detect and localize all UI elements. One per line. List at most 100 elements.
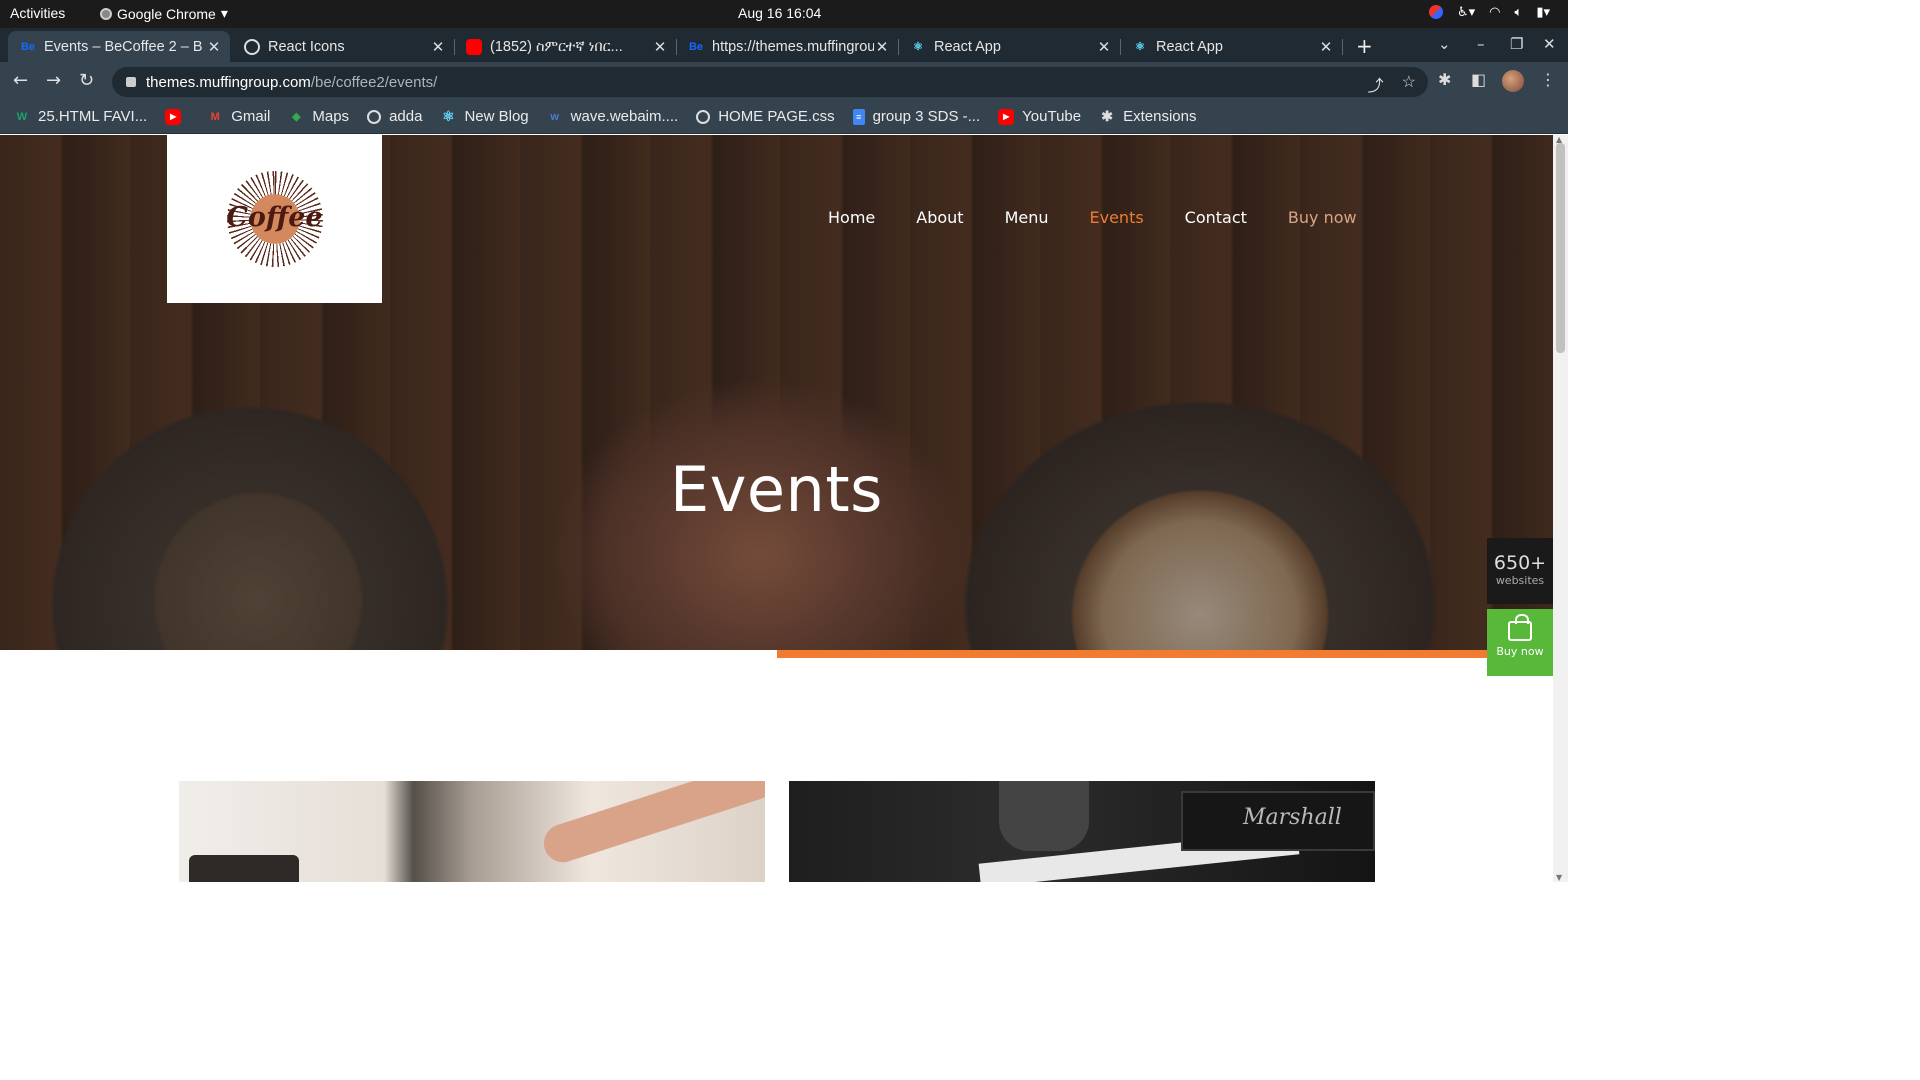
bookmark-gmail[interactable]: M Gmail (207, 108, 271, 125)
tab-strip: Be Events – BeCoffee 2 – B ✕ React Icons… (0, 28, 1568, 62)
main-nav: Home About Menu Events Contact Buy now (828, 208, 1398, 227)
window-close-icon[interactable]: ✕ (1543, 35, 1556, 53)
arm-shape (539, 781, 765, 868)
tab-search-icon[interactable]: ⌄ (1438, 35, 1451, 53)
tab-events-becoffee[interactable]: Be Events – BeCoffee 2 – B ✕ (8, 31, 230, 62)
globe-icon (367, 109, 382, 124)
logo-text: Coffee (226, 201, 323, 233)
activities-button[interactable]: Activities (10, 5, 65, 21)
bookmark-label: New Blog (464, 108, 529, 125)
tab-react-app-1[interactable]: ⚛ React App ✕ (898, 31, 1121, 62)
nav-contact[interactable]: Contact (1185, 208, 1247, 227)
extensions-icon[interactable]: ✱ (1438, 70, 1451, 89)
bookmark-html-favicon[interactable]: W 25.HTML FAVI... (14, 108, 147, 125)
lock-icon[interactable] (126, 77, 136, 87)
event-card-image-guitar[interactable]: Marshall (789, 781, 1375, 882)
amp-brand-text: Marshall (1243, 805, 1342, 830)
bookmark-star-icon[interactable]: ☆ (1402, 72, 1416, 96)
site-logo[interactable]: Coffee (167, 135, 382, 303)
tab-title: (1852) ስምርተኛ ነበር... (490, 38, 623, 55)
url-host: themes.muffingroup.com (146, 73, 311, 91)
youtube-icon: ▶ (998, 108, 1015, 125)
nav-buy-now[interactable]: Buy now (1288, 208, 1357, 227)
nav-home[interactable]: Home (828, 208, 875, 227)
close-icon[interactable]: ✕ (874, 38, 890, 56)
minimize-icon[interactable]: – (1477, 35, 1485, 53)
globe-icon (244, 38, 260, 55)
url-path: /be/coffee2/events/ (310, 73, 438, 91)
bookmark-home-page-css[interactable]: HOME PAGE.css (696, 108, 835, 125)
restore-icon[interactable]: ❐ (1510, 35, 1523, 53)
accessibility-icon[interactable]: ♿︎▾ (1457, 4, 1475, 20)
bookmark-adda[interactable]: adda (367, 108, 422, 125)
tab-title: Events – BeCoffee 2 – B (44, 38, 203, 55)
scrollbar-thumb[interactable] (1556, 143, 1565, 353)
coffee-logo-icon: Coffee (226, 171, 323, 267)
back-arrow-icon[interactable]: ← (13, 70, 28, 91)
bookmark-wave-webaim[interactable]: w wave.webaim.... (547, 108, 679, 125)
bookmark-youtube-video[interactable]: ▶ (165, 108, 189, 125)
chrome-icon (100, 7, 112, 20)
tab-title: React App (1156, 38, 1223, 55)
shopping-bag-icon (1508, 614, 1532, 641)
wave-icon: w (550, 110, 559, 123)
share-icon[interactable]: ⤴ (1368, 72, 1384, 96)
page-scrollbar[interactable]: ▲ ▼ (1553, 135, 1568, 882)
react-icon: ⚛ (913, 41, 923, 53)
w-icon: W (16, 110, 28, 123)
scroll-down-icon[interactable]: ▼ (1556, 873, 1562, 882)
tab-youtube[interactable]: (1852) ስምርተኛ ነበር... ✕ (454, 31, 677, 62)
nav-about[interactable]: About (916, 208, 963, 227)
page-title: Events (670, 453, 883, 526)
buy-now-widget[interactable]: Buy now (1487, 609, 1553, 676)
profile-avatar[interactable] (1502, 70, 1524, 92)
close-icon[interactable]: ✕ (1096, 38, 1112, 56)
tab-themes-muffingroup[interactable]: Be https://themes.muffingroup ✕ (676, 31, 899, 62)
chrome-status-icon[interactable] (1428, 5, 1443, 19)
accent-divider (777, 650, 1553, 658)
docs-icon: ≡ (852, 108, 865, 125)
tab-title: https://themes.muffingroup (712, 38, 874, 55)
bookmark-maps[interactable]: ◆ Maps (288, 108, 349, 125)
buy-now-label: Buy now (1496, 645, 1544, 658)
bookmark-label: Extensions (1123, 108, 1197, 125)
tab-react-app-2[interactable]: ⚛ React App ✕ (1120, 31, 1343, 62)
reload-icon[interactable]: ↻ (79, 70, 94, 91)
chevron-down-icon: ▾ (220, 5, 228, 21)
bookmark-label: HOME PAGE.css (718, 108, 835, 125)
bookmark-label: Gmail (231, 108, 271, 125)
youtube-icon (466, 38, 482, 55)
websites-label: websites (1495, 574, 1545, 587)
browser-toolbar: ← → ↻ themes.muffingroup.com/be/coffee2/… (0, 62, 1568, 100)
guitarist-shape (999, 781, 1089, 851)
side-panel-icon[interactable]: ◧ (1471, 70, 1486, 89)
websites-count-widget[interactable]: 650+ websites (1487, 538, 1553, 604)
event-card-image-coffee[interactable] (179, 781, 765, 882)
bookmark-new-blog[interactable]: ⚛ New Blog (440, 108, 528, 125)
kebab-menu-icon[interactable]: ⋮ (1540, 70, 1556, 89)
bookmarks-bar: W 25.HTML FAVI... ▶ M Gmail ◆ Maps adda ⚛ Ne… (0, 100, 1568, 134)
tab-react-icons[interactable]: React Icons ✕ (232, 31, 455, 62)
new-tab-button[interactable]: + (1356, 34, 1373, 58)
globe-icon (696, 109, 711, 124)
nav-menu[interactable]: Menu (1005, 208, 1049, 227)
gmail-icon: M (210, 110, 220, 123)
close-icon[interactable]: ✕ (652, 38, 668, 56)
address-bar[interactable]: themes.muffingroup.com/be/coffee2/events… (112, 67, 1428, 97)
maps-icon: ◆ (292, 111, 301, 123)
close-icon[interactable]: ✕ (1318, 38, 1334, 56)
close-icon[interactable]: ✕ (430, 38, 446, 56)
close-icon[interactable]: ✕ (206, 38, 222, 56)
bookmark-label: wave.webaim.... (570, 108, 679, 125)
nav-events[interactable]: Events (1090, 208, 1144, 227)
bookmark-label: Maps (312, 108, 350, 125)
clock[interactable]: Aug 16 16:04 (738, 5, 821, 21)
bookmark-label: group 3 SDS -... (872, 108, 981, 125)
system-tray[interactable]: ♿︎▾ ◠ 🔈︎ ▮▾ (1428, 4, 1550, 20)
bookmark-youtube[interactable]: ▶ YouTube (998, 108, 1081, 125)
bookmark-group-3-sds[interactable]: ≡ group 3 SDS -... (852, 108, 981, 125)
wifi-icon: ◠ (1489, 4, 1501, 19)
forward-arrow-icon[interactable]: → (46, 70, 61, 91)
bookmark-extensions[interactable]: ✱ Extensions (1099, 108, 1196, 125)
app-menu[interactable]: Google Chrome ▾ (100, 5, 228, 22)
